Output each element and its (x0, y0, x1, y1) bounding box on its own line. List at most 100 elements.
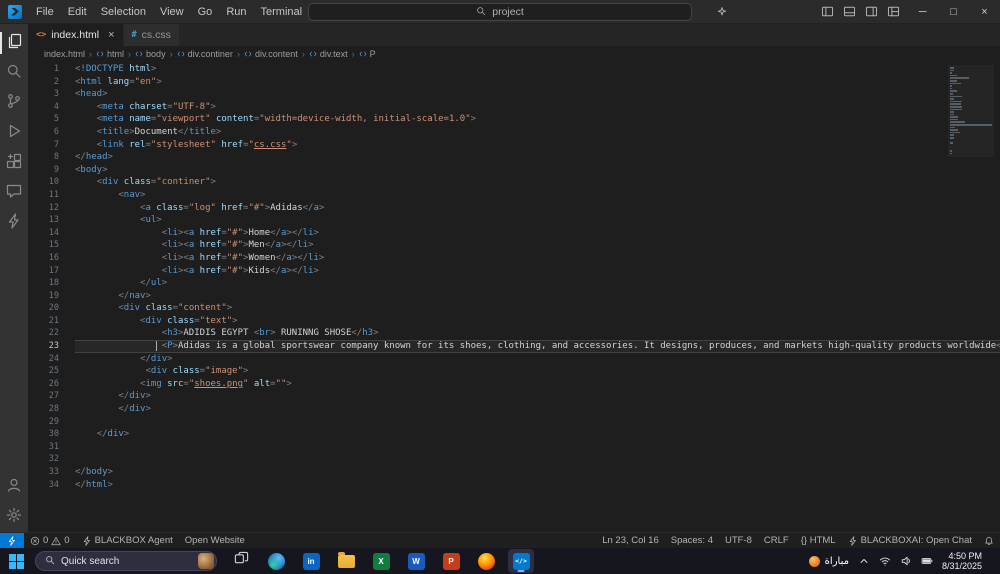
code-line-31: 31 (28, 441, 1000, 454)
taskbar-widget[interactable]: مباراة (808, 555, 849, 567)
breadcrumb-item-index.html[interactable]: index.html (44, 49, 85, 59)
taskbar-clock[interactable]: 4:50 PM 8/31/2025 (942, 551, 982, 572)
breadcrumb-item-div.continer[interactable]: div.continer (177, 49, 233, 59)
word-icon: W (407, 552, 425, 570)
code-line-27: 27 </div> (28, 390, 1000, 403)
line-number: 32 (48, 454, 59, 465)
menu-terminal[interactable]: Terminal (254, 2, 310, 22)
taskbar-search[interactable]: Quick search (35, 551, 217, 571)
main-area: <> index.html × # cs.css index.html › html › bod… (0, 24, 1000, 532)
status-cursor-position[interactable]: Ln 23, Col 16 (596, 533, 665, 548)
code-line-10: 10 <div class="continer"> (28, 176, 1000, 189)
activitybar-blackbox-ai[interactable] (0, 208, 28, 238)
code-editor[interactable]: 1 <!DOCTYPE html> 2 <html lang="en"> 3 <head>… (28, 61, 1000, 532)
tab-index.html[interactable]: <> index.html × (28, 24, 124, 46)
status-encoding[interactable]: UTF-8 (719, 533, 758, 548)
breadcrumb-label: div.text (319, 48, 348, 59)
taskbar-app-firefox[interactable] (473, 549, 499, 573)
symbol-icon (135, 50, 143, 58)
status-language-mode[interactable]: {} HTML (795, 533, 842, 548)
taskbar-app-powerpoint[interactable]: P (438, 549, 464, 573)
status-notifications[interactable] (978, 533, 1000, 548)
html-file-icon: <> (36, 30, 47, 40)
taskbar-app-file-explorer[interactable] (333, 549, 359, 573)
line-number: 21 (48, 315, 59, 326)
chevron-right-icon: › (89, 48, 93, 59)
search-icon (476, 6, 486, 19)
status-remote-indicator[interactable] (0, 533, 24, 548)
code-line-18: 18 </ul> (28, 277, 1000, 290)
taskbar-app-edge[interactable] (263, 549, 289, 573)
breadcrumb-item-body[interactable]: body (135, 49, 166, 59)
breadcrumb-item-html[interactable]: html (96, 49, 124, 59)
symbol-icon (309, 50, 317, 58)
breadcrumb-label: P (369, 48, 376, 59)
status-problems[interactable]: 00 (24, 533, 76, 548)
status-blackboxai-chat[interactable]: BLACKBOXAI: Open Chat (842, 533, 978, 548)
start-button[interactable] (4, 549, 28, 573)
bell-icon (984, 536, 994, 546)
line-number: 27 (48, 391, 59, 402)
hidden-icons-chevron-icon[interactable] (858, 555, 870, 567)
wifi-icon[interactable] (879, 555, 891, 567)
taskbar-apps: in X W P </> (228, 549, 534, 573)
menu-file[interactable]: File (29, 2, 61, 22)
status-blackbox-agent[interactable]: BLACKBOX Agent (76, 533, 179, 548)
tab-label: cs.css (141, 29, 171, 41)
menu-selection[interactable]: Selection (94, 2, 153, 22)
toggle-panel-icon[interactable] (843, 5, 856, 18)
taskbar-search-label: Quick search (61, 555, 120, 567)
activitybar-blackbox-chat[interactable] (0, 178, 28, 208)
tab-cs.css[interactable]: # cs.css (123, 24, 180, 46)
activitybar-source-control[interactable] (0, 88, 28, 118)
taskbar-app-excel[interactable]: X (368, 549, 394, 573)
code-line-14: 14 <li><a href="#">Home</a></li> (28, 227, 1000, 240)
maximize-button[interactable]: □ (938, 0, 969, 24)
taskbar-app-task-view[interactable] (228, 549, 254, 573)
code-line-9: 9 <body> (28, 164, 1000, 177)
menu-go[interactable]: Go (191, 2, 220, 22)
clock-time: 4:50 PM (948, 550, 982, 561)
copilot-icon[interactable] (716, 6, 728, 18)
taskbar-app-word[interactable]: W (403, 549, 429, 573)
chat-icon (6, 183, 22, 204)
activitybar-explorer[interactable] (0, 28, 28, 58)
clock-date: 8/31/2025 (941, 561, 982, 571)
battery-icon[interactable] (921, 555, 933, 567)
status-eol[interactable]: CRLF (758, 533, 795, 548)
activitybar-run-debug[interactable] (0, 118, 28, 148)
minimize-button[interactable]: ─ (907, 0, 938, 24)
breadcrumb-item-P[interactable]: P (359, 49, 376, 59)
breadcrumb-item-div.content[interactable]: div.content (244, 49, 298, 59)
close-tab-icon[interactable]: × (108, 29, 114, 41)
line-number: 33 (48, 467, 59, 477)
status-indentation[interactable]: Spaces: 4 (665, 533, 719, 548)
breadcrumb-label: div.continer (187, 48, 233, 59)
activitybar-settings[interactable] (0, 502, 28, 532)
line-number: 29 (48, 416, 59, 427)
code-line-5: 5 <meta name="viewport" content="width=d… (28, 113, 1000, 126)
code-line-13: 13 <ul> (28, 214, 1000, 227)
toggle-sidebar-icon[interactable] (821, 5, 834, 18)
menu-view[interactable]: View (153, 2, 191, 22)
activitybar-accounts[interactable] (0, 472, 28, 502)
code-line-8: 8 </head> (28, 151, 1000, 164)
bolt-icon (6, 212, 22, 234)
activitybar-search[interactable] (0, 58, 28, 88)
close-button[interactable]: × (969, 0, 1000, 24)
search-box[interactable]: project (308, 3, 692, 21)
volume-icon[interactable] (900, 555, 912, 567)
breadcrumb-item-div.text[interactable]: div.text (309, 49, 348, 59)
taskbar-app-linkedin[interactable]: in (298, 549, 324, 573)
menu-run[interactable]: Run (219, 2, 253, 22)
customize-layout-icon[interactable] (887, 5, 900, 18)
menu-edit[interactable]: Edit (61, 2, 94, 22)
taskbar-app-vscode[interactable]: </> (508, 549, 534, 573)
files-icon (6, 33, 22, 54)
activitybar-extensions[interactable] (0, 148, 28, 178)
line-number: 5 (53, 114, 59, 125)
toggle-secondary-sidebar-icon[interactable] (865, 5, 878, 18)
line-number: 22 (48, 328, 59, 339)
chevron-right-icon: › (301, 48, 305, 59)
status-open-website[interactable]: Open Website (179, 533, 251, 548)
